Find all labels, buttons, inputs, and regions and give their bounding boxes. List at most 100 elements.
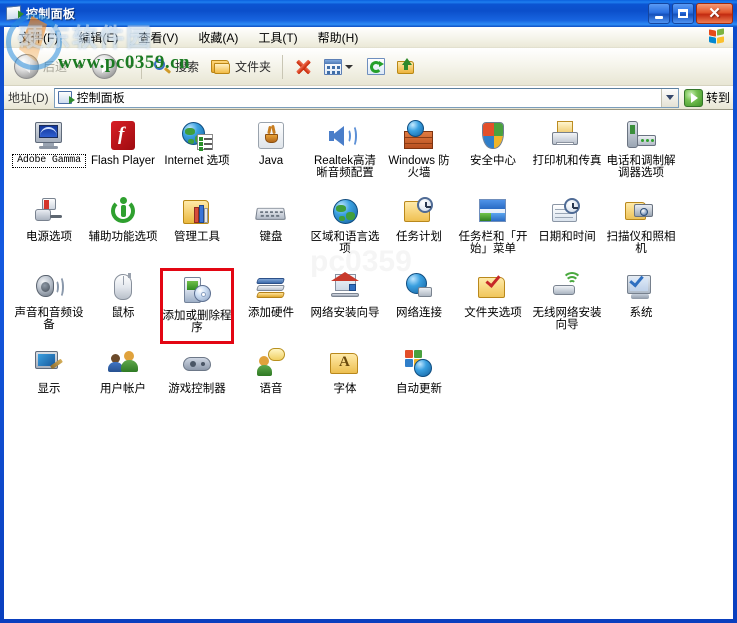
cp-item-internet-options[interactable]: Internet 选项 bbox=[160, 116, 234, 192]
user-accounts-icon bbox=[107, 348, 139, 380]
forward-dropdown-icon[interactable] bbox=[126, 64, 135, 69]
delete-x-icon bbox=[294, 58, 312, 76]
search-icon bbox=[153, 58, 172, 76]
views-button[interactable] bbox=[318, 51, 361, 83]
forward-button[interactable] bbox=[86, 51, 123, 83]
cp-item-flash-player[interactable]: f Flash Player bbox=[86, 116, 160, 192]
cp-item-network-setup-wizard[interactable]: 网络安装向导 bbox=[308, 268, 382, 344]
up-button[interactable] bbox=[391, 51, 421, 83]
menu-tools[interactable]: 工具(T) bbox=[249, 27, 306, 48]
address-dropdown-button[interactable] bbox=[660, 88, 678, 107]
cp-item-automatic-updates[interactable]: 自动更新 bbox=[382, 344, 456, 420]
adobe-gamma-icon bbox=[33, 120, 65, 152]
go-button[interactable]: 转到 bbox=[683, 88, 730, 107]
cp-item-system[interactable]: 系统 bbox=[604, 268, 678, 344]
add-hardware-icon bbox=[255, 272, 287, 304]
cp-item-power-options[interactable]: 电源选项 bbox=[12, 192, 86, 268]
cp-item-date-and-time[interactable]: 日期和时间 bbox=[530, 192, 604, 268]
cp-item-label: 自动更新 bbox=[396, 383, 442, 395]
cp-item-scheduled-tasks[interactable]: 任务计划 bbox=[382, 192, 456, 268]
close-button[interactable]: ✕ bbox=[696, 3, 733, 24]
cp-item-taskbar-start-menu[interactable]: 任务栏和「开始」菜单 bbox=[456, 192, 530, 268]
address-input[interactable]: 控制面板 bbox=[53, 87, 679, 108]
cp-item-fonts[interactable]: A 字体 bbox=[308, 344, 382, 420]
cp-item-label: 键盘 bbox=[259, 231, 283, 243]
cp-item-game-controllers[interactable]: 游戏控制器 bbox=[160, 344, 234, 420]
cp-item-network-connections[interactable]: 网络连接 bbox=[382, 268, 456, 344]
cp-item-user-accounts[interactable]: 用户帐户 bbox=[86, 344, 160, 420]
back-button[interactable]: 后退 bbox=[8, 51, 73, 83]
refresh-button[interactable] bbox=[361, 51, 391, 83]
security-center-icon bbox=[477, 120, 509, 152]
speech-icon bbox=[255, 348, 287, 380]
menu-favorites[interactable]: 收藏(A) bbox=[189, 27, 247, 48]
content-pane[interactable]: Adobe Gamma f Flash Player Internet 选项 J… bbox=[4, 110, 733, 619]
cp-item-wireless-network-setup[interactable]: 无线网络安装向导 bbox=[530, 268, 604, 344]
cp-item-label: 添加或删除程序 bbox=[162, 310, 232, 334]
delete-button[interactable] bbox=[288, 51, 318, 83]
fonts-icon: A bbox=[329, 348, 361, 380]
cp-item-label: Internet 选项 bbox=[164, 155, 230, 167]
cp-item-label: 安全中心 bbox=[470, 155, 516, 167]
cp-item-label: 日期和时间 bbox=[538, 231, 596, 243]
cp-item-mouse[interactable]: 鼠标 bbox=[86, 268, 160, 344]
views-dropdown-icon[interactable] bbox=[345, 64, 354, 69]
cp-item-label: Windows 防火墙 bbox=[388, 155, 450, 179]
cp-item-label: 无线网络安装向导 bbox=[532, 307, 602, 331]
system-icon bbox=[625, 272, 657, 304]
internet-options-icon bbox=[181, 120, 213, 152]
menu-edit[interactable]: 编辑(E) bbox=[69, 27, 127, 48]
cp-item-label: 任务栏和「开始」菜单 bbox=[458, 231, 528, 255]
cp-item-scanners-cameras[interactable]: 扫描仪和照相机 bbox=[604, 192, 678, 268]
maximize-button[interactable] bbox=[672, 3, 694, 24]
windows-flag-icon bbox=[709, 28, 727, 45]
toolbar-separator-2 bbox=[282, 54, 284, 79]
cp-item-label: Java bbox=[258, 155, 284, 167]
menu-view[interactable]: 查看(V) bbox=[129, 27, 187, 48]
cp-item-security-center[interactable]: 安全中心 bbox=[456, 116, 530, 192]
cp-item-label: 文件夹选项 bbox=[464, 307, 522, 319]
cp-item-windows-firewall[interactable]: Windows 防火墙 bbox=[382, 116, 456, 192]
back-dropdown-icon[interactable] bbox=[76, 64, 85, 69]
control-panel-window: 控制面板 ✕ 文件(F) 编辑(E) 查看(V) 收藏(A) 工具(T) 帮助(… bbox=[0, 0, 737, 623]
cp-item-add-remove-programs[interactable]: 添加或删除程序 bbox=[160, 268, 234, 344]
cp-item-label: 网络安装向导 bbox=[310, 307, 380, 319]
menu-file[interactable]: 文件(F) bbox=[10, 27, 67, 48]
go-arrow-icon bbox=[683, 88, 703, 107]
cp-item-speech[interactable]: 语音 bbox=[234, 344, 308, 420]
cp-item-phone-and-modem[interactable]: 电话和调制解调器选项 bbox=[604, 116, 678, 192]
cp-item-adobe-gamma[interactable]: Adobe Gamma bbox=[12, 116, 86, 192]
title-bar[interactable]: 控制面板 ✕ bbox=[0, 0, 737, 27]
cp-item-java[interactable]: Java bbox=[234, 116, 308, 192]
cp-item-printers-and-faxes[interactable]: 打印机和传真 bbox=[530, 116, 604, 192]
address-value: 控制面板 bbox=[76, 91, 125, 105]
cp-item-add-hardware[interactable]: 添加硬件 bbox=[234, 268, 308, 344]
forward-arrow-icon bbox=[92, 54, 118, 79]
cp-item-regional-language[interactable]: 区域和语言选项 bbox=[308, 192, 382, 268]
cp-item-folder-options[interactable]: 文件夹选项 bbox=[456, 268, 530, 344]
cp-item-administrative-tools[interactable]: 管理工具 bbox=[160, 192, 234, 268]
refresh-icon bbox=[367, 58, 386, 75]
regional-language-icon bbox=[329, 196, 361, 228]
folders-button[interactable]: 文件夹 bbox=[205, 51, 277, 83]
cp-item-sounds-audio-devices[interactable]: 声音和音频设备 bbox=[12, 268, 86, 344]
automatic-updates-icon bbox=[403, 348, 435, 380]
toolbar-separator-1 bbox=[141, 54, 143, 79]
cp-item-keyboard[interactable]: 键盘 bbox=[234, 192, 308, 268]
network-setup-wizard-icon bbox=[329, 272, 361, 304]
cp-item-realtek-audio[interactable]: Realtek高清晰音频配置 bbox=[308, 116, 382, 192]
menu-help[interactable]: 帮助(H) bbox=[309, 27, 368, 48]
cp-item-label: Flash Player bbox=[91, 155, 155, 167]
back-label: 后退 bbox=[43, 60, 68, 74]
phone-and-modem-icon bbox=[625, 120, 657, 152]
cp-item-accessibility-options[interactable]: 辅助功能选项 bbox=[86, 192, 160, 268]
control-panel-icon-grid: Adobe Gamma f Flash Player Internet 选项 J… bbox=[4, 116, 733, 420]
cp-item-label: Realtek高清晰音频配置 bbox=[314, 155, 376, 179]
scheduled-tasks-icon bbox=[403, 196, 435, 228]
search-button[interactable]: 搜索 bbox=[147, 51, 205, 83]
minimize-button[interactable] bbox=[648, 3, 670, 24]
cp-item-display[interactable]: 显示 bbox=[12, 344, 86, 420]
cp-item-label: Adobe Gamma bbox=[12, 154, 86, 168]
cp-item-label: 扫描仪和照相机 bbox=[606, 231, 676, 255]
sounds-audio-devices-icon bbox=[33, 272, 65, 304]
